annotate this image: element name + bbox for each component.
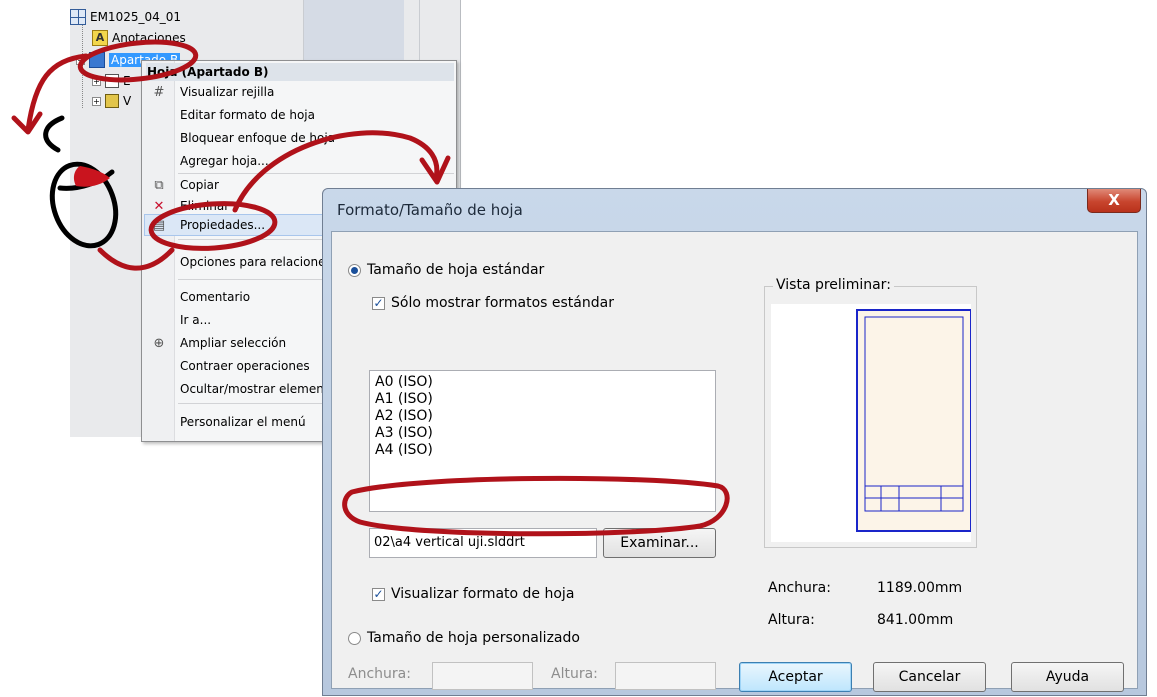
tree-item-annotations[interactable]: A Anotaciones: [92, 30, 186, 46]
menu-item-propiedades[interactable]: Propiedades...: [180, 214, 265, 236]
width-value: 1189.00mm: [877, 580, 963, 596]
standard-size-radio[interactable]: Tamaño de hoja estándar: [348, 262, 544, 278]
standard-size-label: Tamaño de hoja estándar: [367, 262, 545, 278]
expand-icon[interactable]: +: [92, 96, 101, 106]
template-path-field[interactable]: 02\a4 vertical uji.slddrt: [369, 528, 597, 558]
show-format-checkbox[interactable]: ✓ Visualizar formato de hoja: [372, 586, 574, 602]
menu-item-comentario[interactable]: Comentario: [180, 286, 250, 308]
tree-item-child[interactable]: + V: [92, 94, 131, 108]
only-standard-checkbox[interactable]: ✓ Sólo mostrar formatos estándar: [372, 295, 614, 311]
collapse-icon[interactable]: −: [76, 55, 85, 65]
only-standard-label: Sólo mostrar formatos estándar: [391, 295, 614, 311]
width-label: Anchura:: [768, 580, 831, 596]
tree-root[interactable]: EM1025_04_01: [70, 9, 181, 25]
custom-height-input[interactable]: [615, 662, 716, 690]
menu-item-ampliar-seleccion[interactable]: Ampliar selección: [180, 332, 286, 354]
checkbox-checked-icon[interactable]: ✓: [372, 587, 385, 601]
preview-label: Vista preliminar:: [773, 277, 894, 293]
menu-item-contraer-operaciones[interactable]: Contraer operaciones: [180, 355, 310, 377]
cancel-button[interactable]: Cancelar: [873, 662, 986, 692]
menu-item-copiar[interactable]: Copiar: [180, 174, 219, 196]
properties-icon: ▤: [152, 217, 166, 233]
sheet-preview-drawing: [856, 309, 972, 532]
delete-icon: ✕: [153, 198, 165, 214]
custom-width-input[interactable]: [432, 662, 533, 690]
list-item[interactable]: A4 (ISO): [375, 442, 710, 459]
menu-item-ocultar-mostrar[interactable]: Ocultar/mostrar elementos: [180, 378, 342, 400]
annotation-icon: A: [92, 30, 108, 46]
custom-size-label: Tamaño de hoja personalizado: [367, 630, 580, 646]
help-button[interactable]: Ayuda: [1011, 662, 1124, 692]
tree-root-label: EM1025_04_01: [90, 10, 182, 24]
sheet-preview: [771, 304, 972, 542]
menu-separator: [178, 173, 454, 174]
list-item[interactable]: A3 (ISO): [375, 425, 710, 442]
menu-item-visualizar-rejilla[interactable]: Visualizar rejilla: [180, 81, 274, 103]
custom-size-radio[interactable]: Tamaño de hoja personalizado: [348, 630, 580, 646]
drawing-icon: [70, 9, 86, 25]
arrow-head: [11, 111, 43, 135]
menu-item-opciones-relaciones[interactable]: Opciones para relaciones: [180, 251, 332, 273]
menu-icon-gutter: [142, 61, 175, 441]
custom-width-label: Anchura:: [348, 666, 411, 682]
menu-item-ir-a[interactable]: Ir a...: [180, 309, 211, 331]
browse-button[interactable]: Examinar...: [603, 528, 716, 558]
zoom-icon: ⊕: [153, 335, 165, 351]
copy-icon: ⧉: [154, 177, 164, 193]
show-format-label: Visualizar formato de hoja: [391, 586, 575, 602]
radio-selected-icon[interactable]: [348, 263, 361, 277]
checkbox-checked-icon[interactable]: ✓: [372, 296, 385, 310]
close-button[interactable]: X: [1087, 189, 1141, 213]
view-icon: [105, 94, 119, 108]
expand-icon[interactable]: +: [92, 76, 101, 86]
sheet-format-dialog: Formato/Tamaño de hoja X Tamaño de hoja …: [322, 188, 1147, 696]
menu-item-personalizar[interactable]: Personalizar el menú: [180, 411, 306, 433]
tree-item-label: E: [123, 74, 131, 88]
menu-item-agregar-hoja[interactable]: Agregar hoja...: [180, 150, 269, 172]
list-item[interactable]: A2 (ISO): [375, 408, 710, 425]
radio-unselected-icon[interactable]: [348, 631, 361, 645]
height-value: 841.00mm: [877, 612, 954, 628]
tree-item-label: V: [123, 94, 132, 108]
grid-icon: #: [153, 84, 165, 100]
tree-item-child[interactable]: + E: [92, 74, 131, 88]
dialog-body: Tamaño de hoja estándar ✓ Sólo mostrar f…: [331, 231, 1138, 692]
dialog-title: Formato/Tamaño de hoja: [337, 201, 523, 219]
list-item[interactable]: A1 (ISO): [375, 391, 710, 408]
sheet-format-icon: [105, 74, 119, 88]
sheet-icon: [89, 52, 105, 68]
menu-header: Hoja (Apartado B): [146, 63, 454, 81]
ok-button[interactable]: Aceptar: [739, 662, 852, 692]
menu-item-editar-formato[interactable]: Editar formato de hoja: [180, 104, 315, 126]
tree-item-label: Anotaciones: [112, 31, 186, 45]
height-label: Altura:: [768, 612, 815, 628]
custom-height-label: Altura:: [551, 666, 598, 682]
menu-item-bloquear-enfoque[interactable]: Bloquear enfoque de hoja: [180, 127, 335, 149]
format-list[interactable]: A0 (ISO) A1 (ISO) A2 (ISO) A3 (ISO) A4 (…: [369, 370, 716, 512]
list-item[interactable]: A0 (ISO): [375, 374, 710, 391]
